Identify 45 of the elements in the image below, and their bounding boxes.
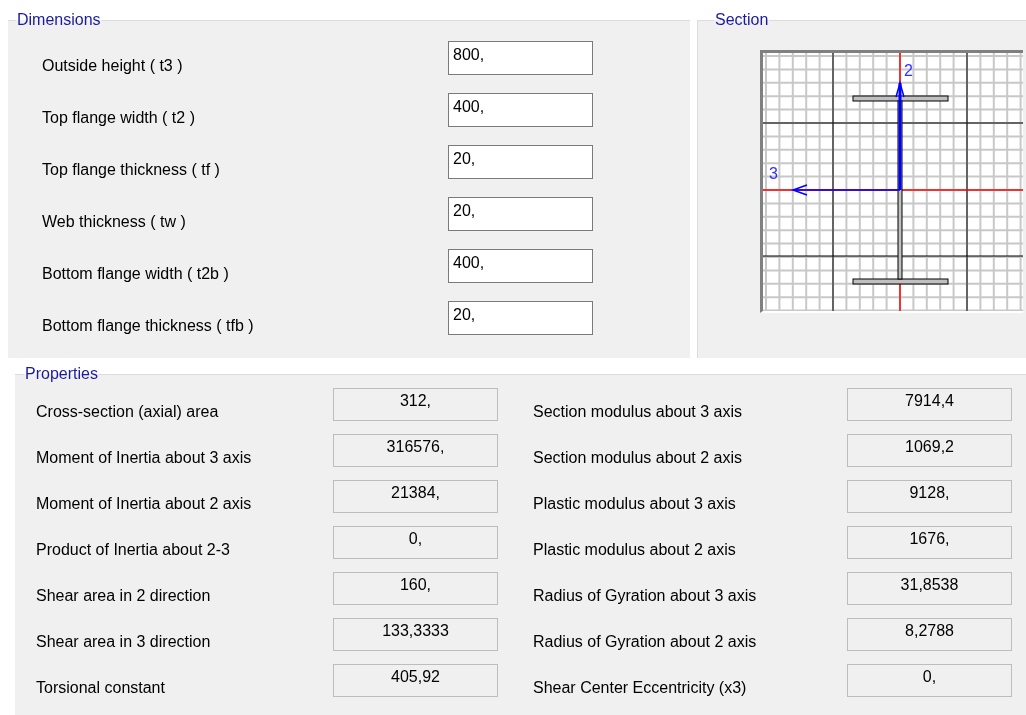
field-label: Bottom flange width ( t2b ): [42, 264, 230, 283]
property-value: 8,2788: [847, 618, 1012, 651]
field-label: Outside height ( t3 ): [42, 56, 184, 75]
property-label: Section modulus about 3 axis: [533, 402, 743, 421]
property-label: Cross-section (axial) area: [36, 402, 220, 421]
field-label: Top flange width ( t2 ): [42, 108, 196, 127]
property-label: Product of Inertia about 2-3: [36, 540, 231, 559]
property-value: 160,: [333, 572, 498, 605]
group-title: Dimensions: [16, 10, 102, 30]
input-field[interactable]: 20,: [448, 301, 593, 335]
property-value: 0,: [333, 526, 498, 559]
group-title: Section: [714, 10, 770, 30]
property-label: Moment of Inertia about 3 axis: [36, 448, 253, 467]
property-label: Shear area in 3 direction: [36, 632, 212, 651]
property-label: Section modulus about 2 axis: [533, 448, 743, 467]
property-value: 7914,4: [847, 388, 1012, 421]
input-field[interactable]: 400,: [448, 93, 593, 127]
property-value: 405,92: [333, 664, 498, 697]
axis-label: 3: [769, 165, 778, 182]
property-label: Plastic modulus about 3 axis: [533, 494, 737, 513]
property-label: Plastic modulus about 2 axis: [533, 540, 737, 559]
field-label: Bottom flange thickness ( tfb ): [42, 316, 255, 335]
property-value: 133,3333: [333, 618, 498, 651]
field-label: Top flange thickness ( tf ): [42, 160, 221, 179]
property-label: Radius of Gyration about 2 axis: [533, 632, 758, 651]
group-title: Properties: [24, 364, 99, 384]
property-label: Torsional constant: [36, 678, 166, 697]
axis-label: 2: [904, 62, 913, 79]
input-field[interactable]: 400,: [448, 249, 593, 283]
property-value: 21384,: [333, 480, 498, 513]
input-field[interactable]: 800,: [448, 41, 593, 75]
property-value: 1069,2: [847, 434, 1012, 467]
property-label: Moment of Inertia about 2 axis: [36, 494, 253, 513]
property-value: 9128,: [847, 480, 1012, 513]
property-value: 0,: [847, 664, 1012, 697]
field-label: Web thickness ( tw ): [42, 212, 187, 231]
property-label: Shear Center Eccentricity (x3): [533, 678, 748, 697]
property-label: Shear area in 2 direction: [36, 586, 212, 605]
property-value: 316576,: [333, 434, 498, 467]
property-value: 31,8538: [847, 572, 1012, 605]
property-label: Radius of Gyration about 3 axis: [533, 586, 758, 605]
input-field[interactable]: 20,: [448, 145, 593, 179]
input-field[interactable]: 20,: [448, 197, 593, 231]
property-value: 1676,: [847, 526, 1012, 559]
property-value: 312,: [333, 388, 498, 421]
